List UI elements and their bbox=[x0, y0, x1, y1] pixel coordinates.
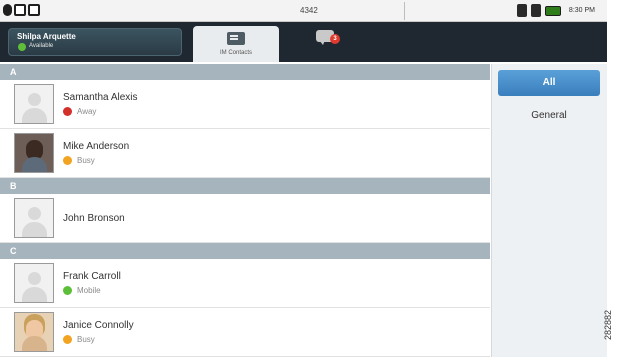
busy-status-icon bbox=[63, 335, 72, 344]
user-name: Shilpa Arquette bbox=[17, 32, 76, 41]
avatar-photo bbox=[14, 133, 54, 173]
away-status-icon bbox=[63, 107, 72, 116]
status-bar: 4342 8:30 PM bbox=[0, 0, 607, 22]
contact-status: Busy bbox=[77, 156, 95, 165]
avatar-placeholder bbox=[14, 84, 54, 124]
notification-icons bbox=[3, 4, 40, 16]
section-header-a: A bbox=[0, 64, 490, 80]
section-header-b: B bbox=[0, 178, 490, 194]
busy-status-icon bbox=[63, 156, 72, 165]
contact-name: Samantha Alexis bbox=[63, 92, 138, 103]
phone-screen: 4342 8:30 PM Shilpa Arquette Available I… bbox=[0, 0, 621, 357]
figure-number: 282882 bbox=[603, 300, 621, 350]
contact-name: Frank Carroll bbox=[63, 271, 121, 282]
status-divider bbox=[404, 2, 405, 20]
avatar-placeholder bbox=[14, 198, 54, 238]
filter-all-button[interactable]: All bbox=[498, 70, 600, 96]
contact-status: Busy bbox=[77, 335, 95, 344]
system-icons: 8:30 PM bbox=[516, 4, 595, 17]
signal-icon bbox=[530, 4, 541, 17]
unread-badge: 3 bbox=[330, 34, 340, 44]
contact-status: Mobile bbox=[77, 286, 101, 295]
mobile-status-icon bbox=[63, 286, 72, 295]
group-filter-panel: All General bbox=[491, 64, 607, 357]
available-status-icon bbox=[18, 43, 26, 51]
voicemail-icon bbox=[3, 4, 12, 16]
app-header: Shilpa Arquette Available IM Contacts 3 bbox=[0, 22, 607, 62]
presence-status: Available bbox=[29, 43, 54, 49]
screen-icon bbox=[28, 4, 40, 16]
contact-row-mike-anderson[interactable]: Mike Anderson Busy bbox=[0, 129, 490, 178]
avatar-photo bbox=[14, 312, 54, 352]
avatar-placeholder bbox=[14, 263, 54, 303]
presence-selector[interactable]: Shilpa Arquette Available bbox=[8, 28, 182, 56]
extension-number: 4342 bbox=[300, 6, 318, 15]
clock: 8:30 PM bbox=[568, 7, 595, 14]
contact-status: Away bbox=[77, 107, 97, 116]
contact-name: Janice Connolly bbox=[63, 320, 134, 331]
section-header-c: C bbox=[0, 243, 490, 259]
battery-icon bbox=[544, 5, 561, 16]
contact-row-frank-carroll[interactable]: Frank Carroll Mobile bbox=[0, 259, 490, 308]
contact-row-janice-connolly[interactable]: Janice Connolly Busy bbox=[0, 308, 490, 357]
filter-general-button[interactable]: General bbox=[498, 110, 600, 121]
contacts-card-icon bbox=[227, 32, 245, 45]
message-icon bbox=[14, 4, 26, 16]
sim-icon bbox=[516, 4, 527, 17]
figure-number-text: 282882 bbox=[603, 309, 614, 341]
contact-row-samantha-alexis[interactable]: Samantha Alexis Away bbox=[0, 80, 490, 129]
contact-list[interactable]: A Samantha Alexis Away Mike Anderson Bus… bbox=[0, 64, 490, 357]
tab-im-contacts[interactable]: IM Contacts bbox=[193, 26, 279, 62]
tab-messages[interactable]: 3 bbox=[300, 26, 400, 62]
tab-im-contacts-label: IM Contacts bbox=[219, 50, 252, 56]
contact-name: John Bronson bbox=[63, 213, 125, 224]
contact-row-john-bronson[interactable]: John Bronson bbox=[0, 194, 490, 243]
contact-name: Mike Anderson bbox=[63, 141, 130, 152]
